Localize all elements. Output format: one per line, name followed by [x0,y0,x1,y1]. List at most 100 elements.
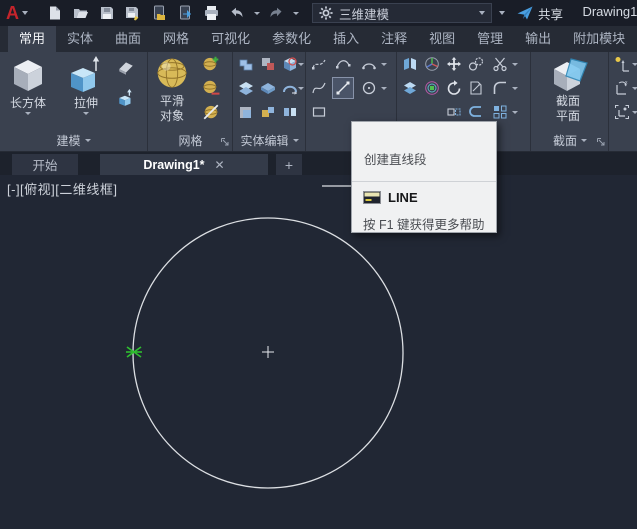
box-button[interactable]: 长方体 [8,55,48,115]
undo-button[interactable] [226,2,248,24]
ucs-rotate-x-button[interactable]: x [612,78,632,98]
tab-solid[interactable]: 实体 [56,26,104,52]
extend-icon [470,81,482,95]
open-file-button[interactable] [70,2,92,24]
tab-mesh[interactable]: 网格 [152,26,200,52]
trim-dropdown-icon[interactable] [512,62,518,66]
viewport-controls[interactable]: [-][俯视][二维线框] [7,179,118,198]
spline-fit-button[interactable] [309,78,329,98]
ribbon-tab-bar: 常用 实体 曲面 网格 可视化 参数化 插入 注释 视图 管理 输出 附加模块 … [0,26,637,52]
tab-output[interactable]: 输出 [514,26,562,52]
share-button[interactable]: 共享 [517,4,563,23]
interfere-dropdown-icon[interactable] [298,62,304,66]
thicken-button[interactable] [258,78,278,98]
tab-drawing1[interactable]: Drawing1* ✕ [100,154,268,175]
planar-surface-button[interactable] [116,58,136,78]
trim-button[interactable] [490,54,510,74]
open-from-web-mobile-button[interactable] [148,2,170,24]
gizmo-move-button[interactable] [422,54,442,74]
smooth-object-button[interactable]: 平滑 对象 [153,55,191,123]
ucs-button[interactable] [612,54,632,74]
new-file-button[interactable] [44,2,66,24]
circle-button[interactable] [359,78,379,98]
array-button[interactable] [490,102,510,122]
slice-icon [239,82,253,95]
drawing-canvas[interactable]: [-][俯视][二维线框] [0,175,637,529]
gizmo-rotate-button[interactable] [422,78,442,98]
union-button[interactable] [236,54,256,74]
subtract-button[interactable] [258,54,278,74]
shell-button[interactable] [236,102,256,122]
tab-annotate[interactable]: 注释 [370,26,418,52]
panel-label-modeling[interactable]: 建模 [0,130,147,150]
tab-home[interactable]: 常用 [8,26,57,52]
panel-label-mesh[interactable]: 网格 [149,130,232,150]
arc-dropdown-icon[interactable] [381,62,387,66]
mesh-unrefine-button[interactable] [201,78,221,98]
mesh-crease-button[interactable] [201,102,221,122]
titlebar: A 三维建模 共享 Drawing1. [0,0,637,26]
fillet-button[interactable] [490,78,510,98]
extend-button[interactable] [466,78,486,98]
stretch-button[interactable] [444,102,464,122]
mirror-3d-button[interactable] [400,54,420,74]
move-button[interactable] [444,54,464,74]
subtract-icon [262,58,274,70]
separate-icon [284,108,296,116]
save-button[interactable] [96,2,118,24]
tab-surface[interactable]: 曲面 [104,26,152,52]
tab-manage[interactable]: 管理 [466,26,514,52]
redo-dropdown-icon[interactable] [292,11,299,15]
panel-section: 截面 平面 截面 [532,52,609,151]
copy-button[interactable] [466,54,486,74]
separate-button[interactable] [280,102,300,122]
ucs-world-dropdown-icon[interactable] [632,110,637,114]
undo-dropdown-icon[interactable] [253,11,260,15]
offset-button[interactable] [466,102,486,122]
circle-dropdown-icon[interactable] [381,86,387,90]
tab-visualize[interactable]: 可视化 [200,26,261,52]
workspace-label: 三维建模 [339,7,390,22]
panel-label-solid-editing[interactable]: 实体编辑 [234,130,305,150]
gizmo-move-icon [425,57,439,71]
redo-icon [270,7,282,18]
slice-button[interactable] [236,78,256,98]
extrude-dropdown-icon[interactable] [83,112,89,115]
panel-mesh-launcher-icon[interactable] [221,138,229,146]
extrude-button[interactable]: 拉伸 [66,55,106,115]
tab-parametric[interactable]: 参数化 [261,26,322,52]
rectangle-button[interactable] [309,102,329,122]
save-as-button[interactable] [122,2,144,24]
plot-button[interactable] [200,2,222,24]
workspace-selector[interactable]: 三维建模 [312,3,492,23]
tab-insert[interactable]: 插入 [322,26,370,52]
quick-access-expand-icon[interactable] [499,11,505,15]
redo-button[interactable] [265,2,287,24]
box-dropdown-icon[interactable] [25,112,31,115]
check-solid-button[interactable] [258,102,278,122]
tab-addins[interactable]: 附加模块 [562,26,636,52]
ucs-rotate-x-dropdown-icon[interactable] [632,86,637,90]
ucs-dropdown-icon[interactable] [632,62,637,66]
ucs-world-button[interactable] [612,102,632,122]
presspull-button[interactable] [116,88,136,108]
arc-button[interactable] [359,54,379,74]
save-to-web-mobile-button[interactable] [174,2,196,24]
array-dropdown-icon[interactable] [512,110,518,114]
app-menu-chevron-icon[interactable] [22,11,28,15]
panel-section-launcher-icon[interactable] [597,138,605,146]
line-button[interactable] [332,77,354,99]
tab-view[interactable]: 视图 [418,26,466,52]
section-plane-button[interactable]: 截面 平面 [546,55,590,123]
autocad-logo-icon[interactable]: A [6,4,19,22]
tab-start[interactable]: 开始 [12,154,78,175]
polyline-button[interactable] [309,54,329,74]
imprint-dropdown-icon[interactable] [298,86,304,90]
mesh-refine-button[interactable] [201,54,221,74]
fillet-dropdown-icon[interactable] [512,86,518,90]
rotate-button[interactable] [444,78,464,98]
offset-surface-button[interactable] [400,78,420,98]
new-drawing-tab-button[interactable]: + [276,154,302,175]
close-tab-icon[interactable]: ✕ [215,159,225,171]
spline-cv-button[interactable] [333,54,353,74]
